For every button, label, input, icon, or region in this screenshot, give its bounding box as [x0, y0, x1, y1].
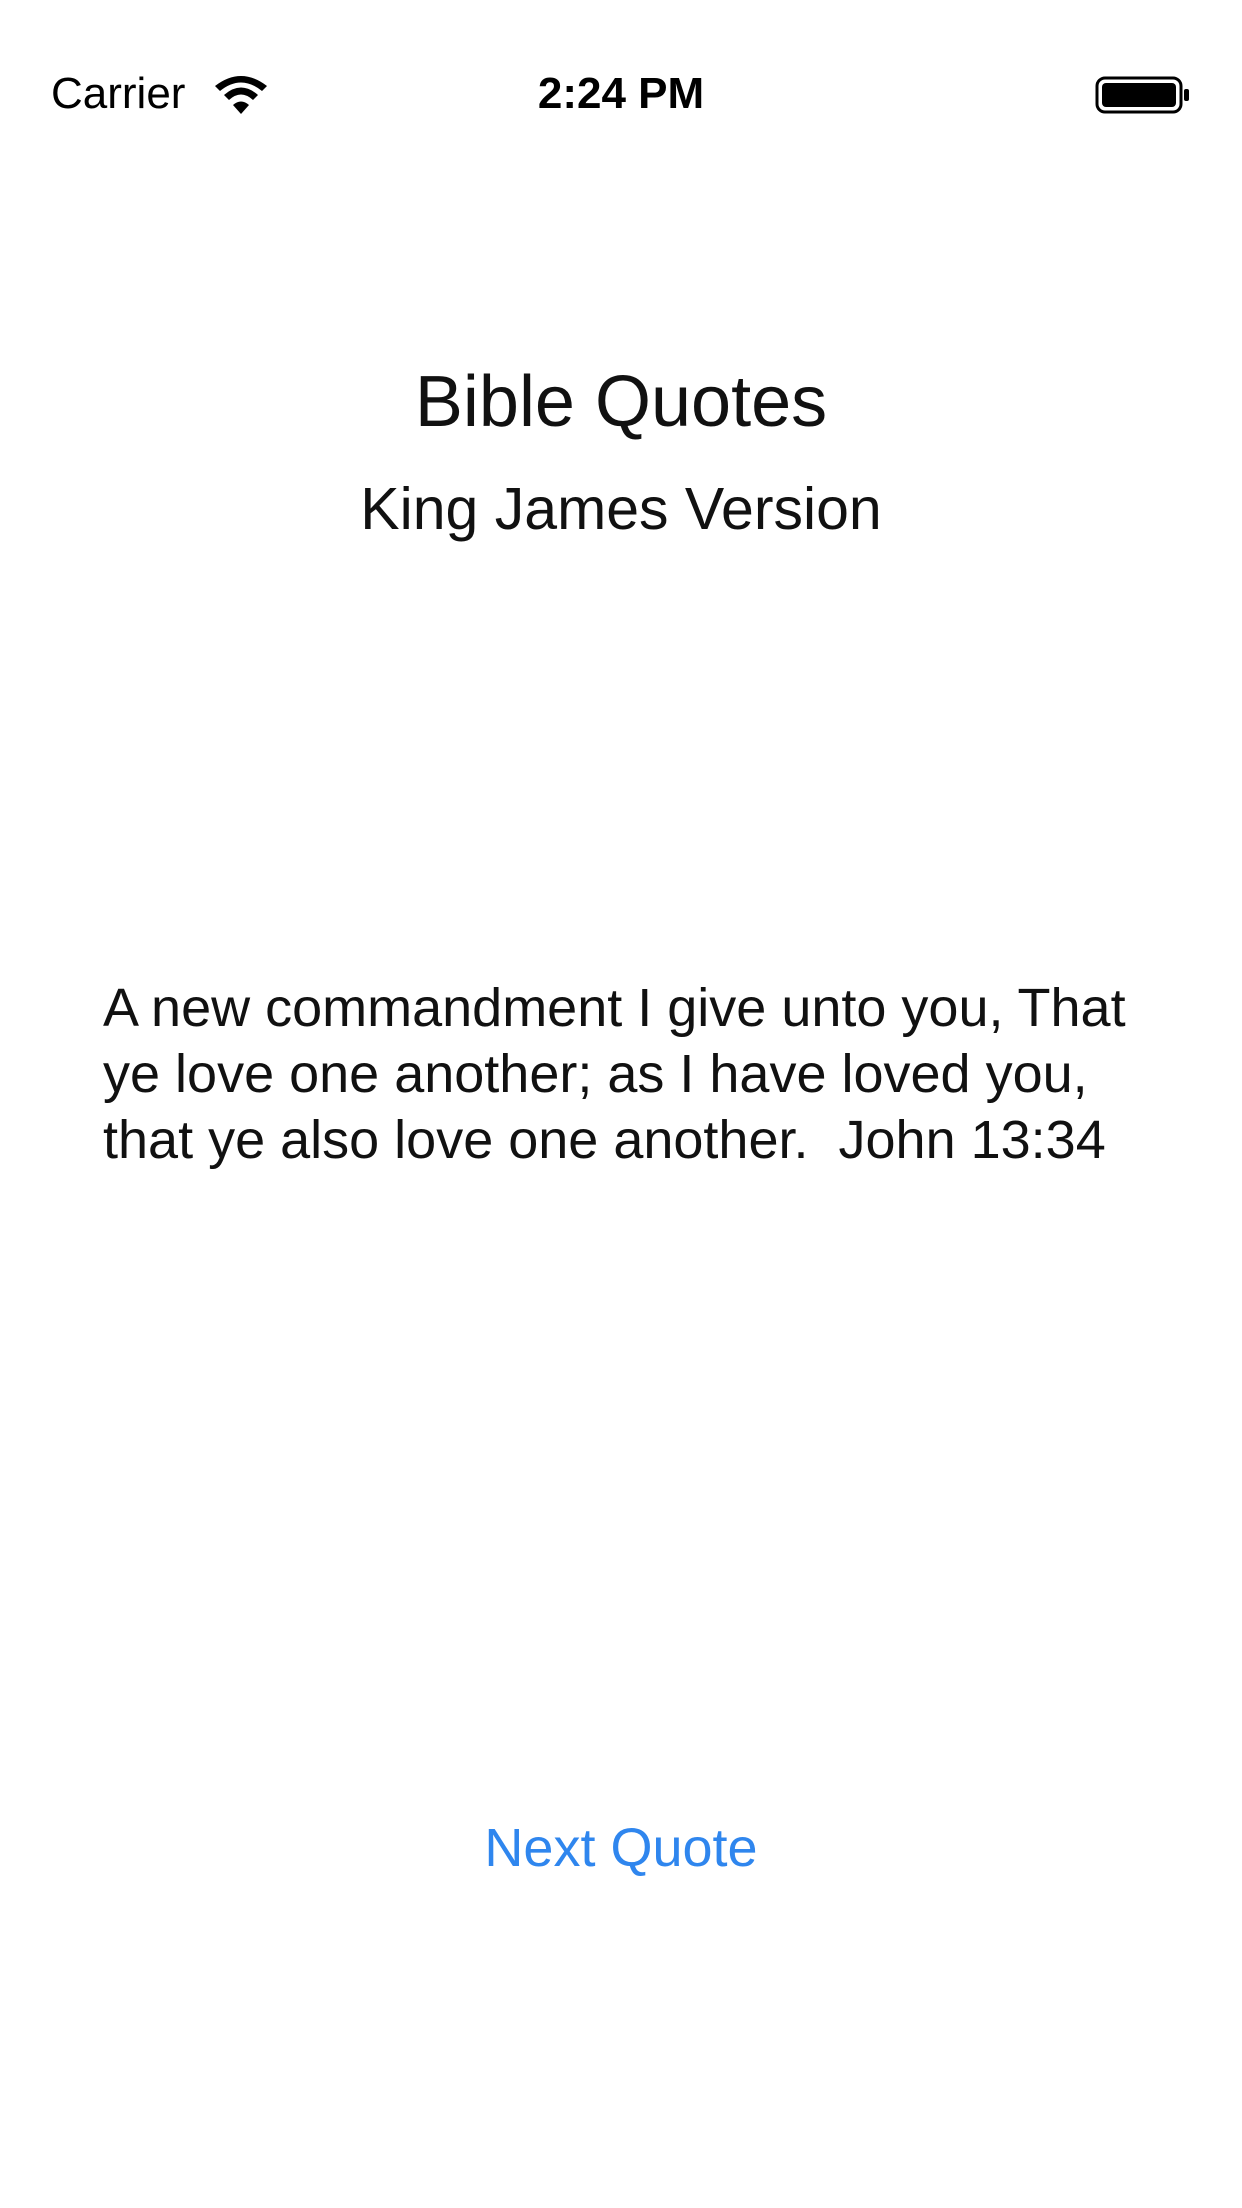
next-quote-button[interactable]: Next Quote	[421, 1808, 821, 1888]
page-title: Bible Quotes	[414, 362, 828, 442]
battery-full-icon	[1095, 76, 1189, 114]
status-bar: Carrier 2:24 PM	[0, 0, 1242, 120]
clock-time: 2:24 PM	[537, 69, 705, 118]
quote-text: A new commandment I give unto you, That …	[103, 978, 1141, 1170]
page-subtitle: King James Version	[360, 476, 882, 542]
